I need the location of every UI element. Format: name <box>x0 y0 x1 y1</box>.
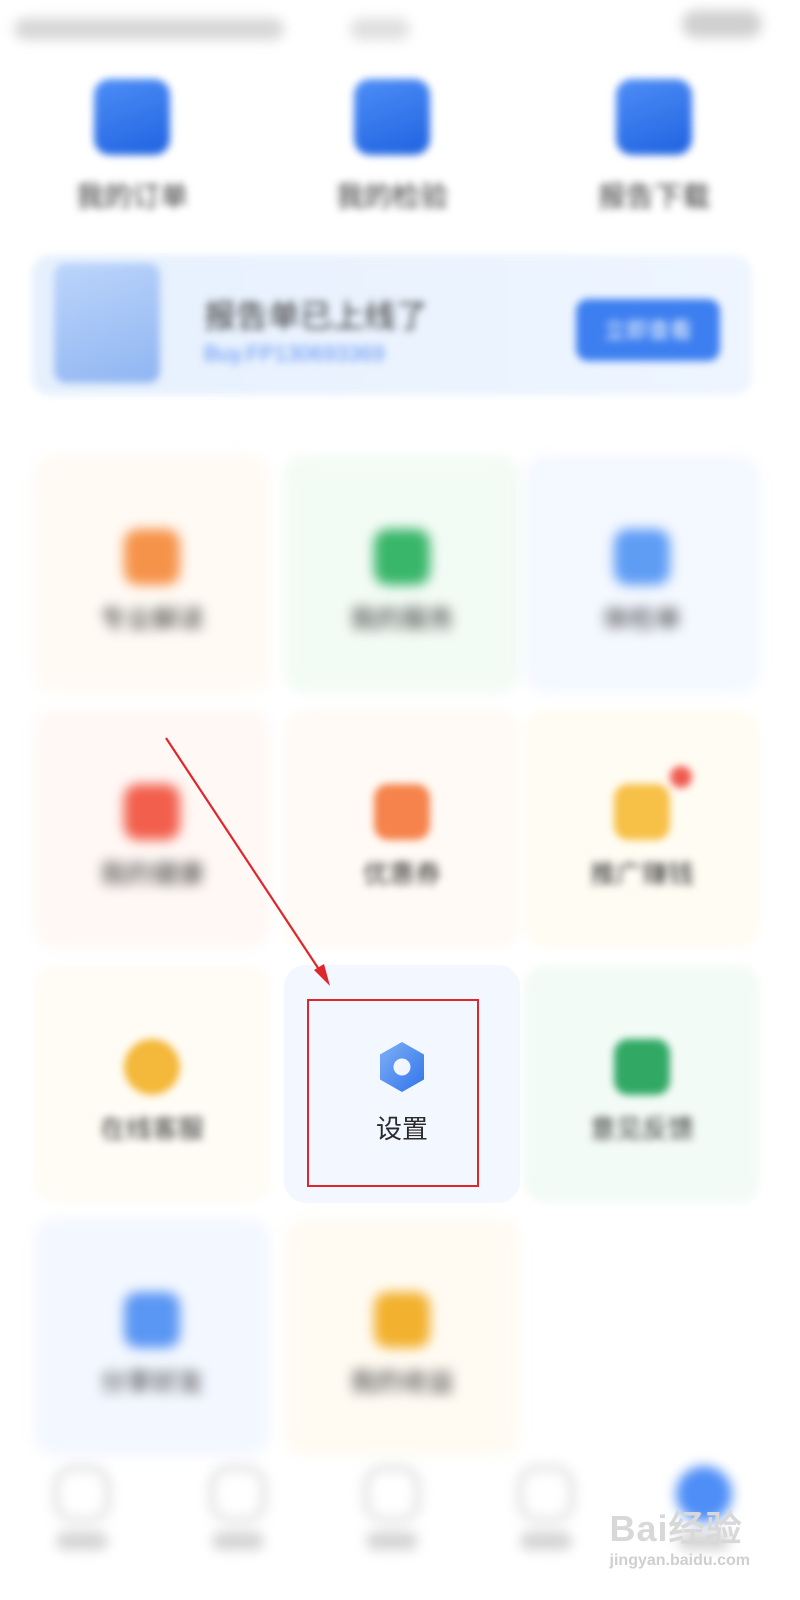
top-item-tests[interactable]: 我的检验 <box>292 75 492 215</box>
tile-coupon[interactable]: 优惠券 <box>284 710 520 948</box>
nav-grid[interactable] <box>352 1466 432 1562</box>
view-report-button[interactable]: 立即查看 <box>576 299 720 361</box>
tile-promo[interactable]: 推广赚钱 <box>524 710 760 948</box>
nav-label <box>366 1532 418 1550</box>
expert-icon <box>124 529 180 585</box>
banner-title: 报告单已上线了 <box>204 298 429 334</box>
top-item-download[interactable]: 报告下载 <box>554 75 754 215</box>
headset-icon <box>124 1039 180 1095</box>
nav-home[interactable] <box>42 1466 122 1562</box>
tile-label: 意见反馈 <box>589 1114 694 1144</box>
grid-icon <box>364 1466 420 1522</box>
nav-shield[interactable] <box>198 1466 278 1562</box>
nav-message[interactable] <box>506 1466 586 1562</box>
tile-health[interactable]: 我的健康 <box>34 710 270 948</box>
coupon-icon <box>374 784 430 840</box>
nav-label <box>56 1532 108 1550</box>
tile-label: 分享好友 <box>99 1367 204 1397</box>
tile-label: 体检单 <box>602 604 681 634</box>
top-item-label: 我的订单 <box>75 181 188 212</box>
top-item-orders[interactable]: 我的订单 <box>32 75 232 215</box>
watermark-main: Bai经验 <box>609 1508 743 1549</box>
tile-customer-service[interactable]: 在线客服 <box>34 965 270 1203</box>
tile-label: 我的健康 <box>99 859 204 889</box>
share-icon <box>124 1292 180 1348</box>
wallet-icon <box>374 1292 430 1348</box>
status-time <box>350 18 410 40</box>
watermark-sub: jingyan.baidu.com <box>609 1552 750 1569</box>
tile-earnings[interactable]: 我的收益 <box>284 1218 520 1456</box>
service-icon <box>374 529 430 585</box>
download-icon <box>616 79 692 155</box>
shield-icon <box>210 1466 266 1522</box>
nav-label <box>520 1532 572 1550</box>
tile-label: 我的收益 <box>349 1367 454 1397</box>
promo-icon <box>614 784 670 840</box>
tile-label: 我的服务 <box>349 604 454 634</box>
tile-feedback[interactable]: 意见反馈 <box>524 965 760 1203</box>
nav-label <box>212 1532 264 1550</box>
baidu-jingyan-watermark: Bai经验 jingyan.baidu.com <box>610 1500 750 1570</box>
status-bar <box>0 0 784 60</box>
tile-label: 推广赚钱 <box>589 859 694 889</box>
banner-subtitle: Buy.FP130693369 <box>204 341 385 366</box>
tile-label: 优惠券 <box>362 859 441 889</box>
tile-service[interactable]: 我的服务 <box>284 455 520 693</box>
tile-label: 在线客服 <box>99 1114 204 1144</box>
order-icon <box>94 79 170 155</box>
carrier-signal-area <box>14 18 284 40</box>
top-item-label: 报告下载 <box>597 181 710 212</box>
tile-expert[interactable]: 专业解读 <box>34 455 270 693</box>
tile-label: 专业解读 <box>99 604 204 634</box>
tile-checkup[interactable]: 体检单 <box>524 455 760 693</box>
notification-badge <box>670 766 692 788</box>
battery-indicator <box>682 10 762 38</box>
feedback-icon <box>614 1039 670 1095</box>
report-icon <box>354 79 430 155</box>
home-icon <box>54 1466 110 1522</box>
report-banner[interactable]: 报告单已上线了 Buy.FP130693369 立即查看 <box>32 255 752 395</box>
document-icon <box>54 263 160 383</box>
tile-share[interactable]: 分享好友 <box>34 1218 270 1456</box>
message-icon <box>518 1466 574 1522</box>
checkup-icon <box>614 529 670 585</box>
settings-highlight-box <box>307 999 479 1187</box>
top-item-label: 我的检验 <box>335 181 448 212</box>
health-icon <box>124 784 180 840</box>
